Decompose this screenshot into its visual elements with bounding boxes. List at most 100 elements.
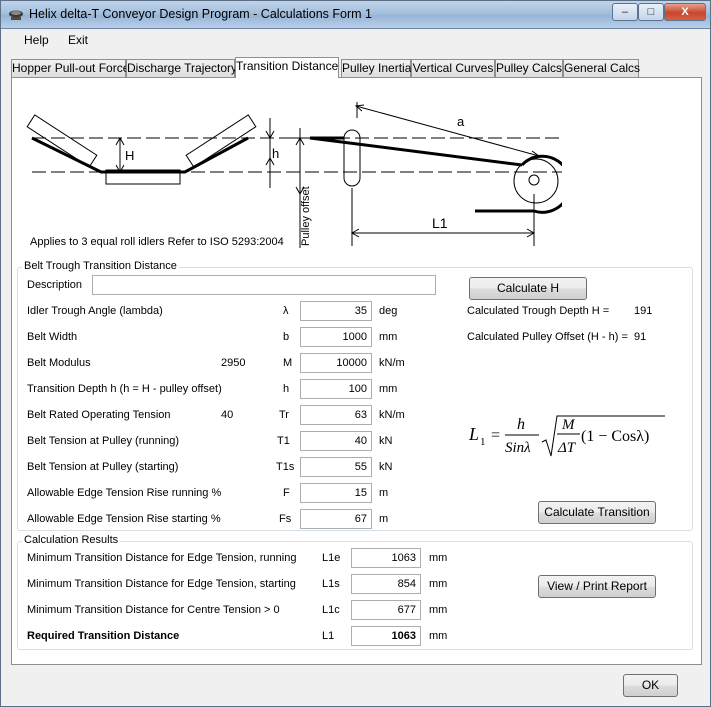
tab-transition-distance[interactable]: Transition Distance (235, 57, 339, 78)
row-symbol: F (283, 487, 290, 499)
minimize-icon: – (621, 6, 629, 18)
formula-equals: = (491, 427, 500, 444)
tab-pulley-calcs[interactable]: Pulley Calcs (495, 59, 563, 78)
rated-tension-input[interactable]: 63 (300, 405, 372, 425)
label-L1: L1 (432, 215, 448, 231)
tab-vertical-curves[interactable]: Vertical Curves (411, 59, 495, 78)
row-unit: mm (379, 383, 398, 395)
result-l1c-value: 677 (351, 600, 421, 620)
transition-group: Belt Trough Transition Distance Descript… (17, 260, 693, 531)
row-unit: deg (379, 305, 398, 317)
row-symbol: M (283, 357, 293, 369)
tab-discharge-trajectory[interactable]: Discharge Trajectory (126, 59, 237, 78)
row-label: Transition Depth h (h = H - pulley offse… (27, 383, 222, 395)
trough-angle-input[interactable]: 35 (300, 301, 372, 321)
row-unit: kN/m (379, 357, 405, 369)
window-title: Helix delta-T Conveyor Design Program - … (29, 7, 372, 21)
belt-width-input[interactable]: 1000 (300, 327, 372, 347)
row-unit: kN (379, 435, 393, 447)
transition-distance-panel: H h a L1 Pulley offset Applies to 3 equa… (11, 77, 702, 665)
calc-trough-depth-value: 191 (634, 305, 653, 317)
row-label: Belt Tension at Pulley (starting) (27, 461, 179, 473)
result-unit: mm (429, 604, 448, 616)
belt-modulus-input[interactable]: 10000 (300, 353, 372, 373)
result-l1s-value: 854 (351, 574, 421, 594)
required-distance-value: 1063 (351, 626, 421, 646)
description-input[interactable] (92, 275, 436, 295)
result-symbol: L1s (322, 578, 340, 590)
transition-diagram: H h a L1 Pulley offset (26, 102, 562, 248)
row-symbol: Tr (279, 409, 289, 421)
result-label: Minimum Transition Distance for Edge Ten… (27, 552, 297, 564)
row-symbol: T1s (276, 461, 295, 473)
tension-starting-input[interactable]: 55 (300, 457, 372, 477)
rated-tension-reference: 40 (221, 409, 234, 421)
result-unit: mm (429, 578, 448, 590)
row-label: Belt Tension at Pulley (running) (27, 435, 180, 447)
row-symbol: h (283, 383, 290, 395)
tension-running-input[interactable]: 40 (300, 431, 372, 451)
result-label: Minimum Transition Distance for Centre T… (27, 604, 280, 616)
calculate-transition-button[interactable]: Calculate Transition (538, 501, 656, 524)
menu-exit[interactable]: Exit (68, 33, 88, 47)
result-label: Minimum Transition Distance for Edge Ten… (27, 578, 296, 590)
transition-depth-input[interactable]: 100 (300, 379, 372, 399)
belt-modulus-reference: 2950 (221, 357, 246, 369)
menu-help[interactable]: Help (24, 33, 49, 47)
results-group-title: Calculation Results (22, 534, 121, 546)
row-label: Idler Trough Angle (lambda) (27, 305, 163, 317)
menu-bar: Help Exit (2, 30, 709, 52)
tab-pulley-inertia[interactable]: Pulley Inertia (341, 59, 411, 78)
label-h: h (272, 146, 279, 161)
calculate-h-button[interactable]: Calculate H (469, 277, 587, 300)
close-button[interactable]: X (664, 3, 706, 21)
label-pulley-offset: Pulley offset (300, 186, 312, 246)
row-symbol: b (283, 331, 290, 343)
result-unit: mm (429, 552, 448, 564)
edge-rise-running-input[interactable]: 15 (300, 483, 372, 503)
row-unit: kN (379, 461, 393, 473)
minimize-button[interactable]: – (612, 3, 638, 21)
row-label: Allowable Edge Tension Rise running % (27, 487, 222, 499)
formula-den-dt: ΔT (557, 440, 577, 456)
results-group: Calculation Results Minimum Transition D… (17, 534, 693, 650)
title-bar[interactable]: Helix delta-T Conveyor Design Program - … (1, 1, 710, 29)
maximize-button[interactable]: □ (638, 3, 664, 21)
row-unit: kN/m (379, 409, 405, 421)
row-label: Belt Width (27, 331, 78, 343)
row-symbol: Fs (279, 513, 292, 525)
formula-lhs-sub: 1 (480, 436, 486, 448)
row-label: Allowable Edge Tension Rise starting % (27, 513, 221, 525)
result-unit: mm (429, 630, 448, 642)
dialog-footer: OK (2, 666, 709, 706)
transition-group-title: Belt Trough Transition Distance (22, 260, 179, 272)
calc-pulley-offset-label: Calculated Pulley Offset (H - h) = (467, 331, 628, 343)
close-icon: X (681, 6, 689, 18)
main-window: Helix delta-T Conveyor Design Program - … (0, 0, 711, 707)
helix-app-icon (9, 10, 23, 20)
row-unit: m (379, 487, 389, 499)
tab-general-calcs[interactable]: General Calcs (563, 59, 640, 78)
result-l1e-value: 1063 (351, 548, 421, 568)
formula-lhs: L (468, 424, 479, 444)
formula-den-sin: Sinλ (505, 440, 531, 456)
description-label: Description (27, 279, 83, 291)
formula-num-h: h (517, 416, 525, 433)
calc-pulley-offset-value: 91 (634, 331, 647, 343)
row-symbol: λ (283, 305, 289, 317)
ok-button[interactable]: OK (623, 674, 678, 697)
edge-rise-starting-input[interactable]: 67 (300, 509, 372, 529)
row-unit: m (379, 513, 389, 525)
required-distance-label: Required Transition Distance (27, 630, 180, 642)
result-symbol: L1 (322, 630, 335, 642)
row-label: Belt Rated Operating Tension (27, 409, 171, 421)
tab-hopper-pull-out-force[interactable]: Hopper Pull-out Force (11, 59, 129, 78)
view-print-report-button[interactable]: View / Print Report (538, 575, 656, 598)
result-symbol: L1c (322, 604, 340, 616)
applies-note: Applies to 3 equal roll idlers Refer to … (30, 236, 284, 248)
formula-num-m: M (561, 417, 576, 433)
result-symbol: L1e (322, 552, 341, 564)
transition-formula: L 1 = h Sinλ M ΔT (1 − Cosλ) (468, 415, 665, 457)
label-a: a (457, 114, 465, 129)
calc-trough-depth-label: Calculated Trough Depth H = (467, 305, 610, 317)
